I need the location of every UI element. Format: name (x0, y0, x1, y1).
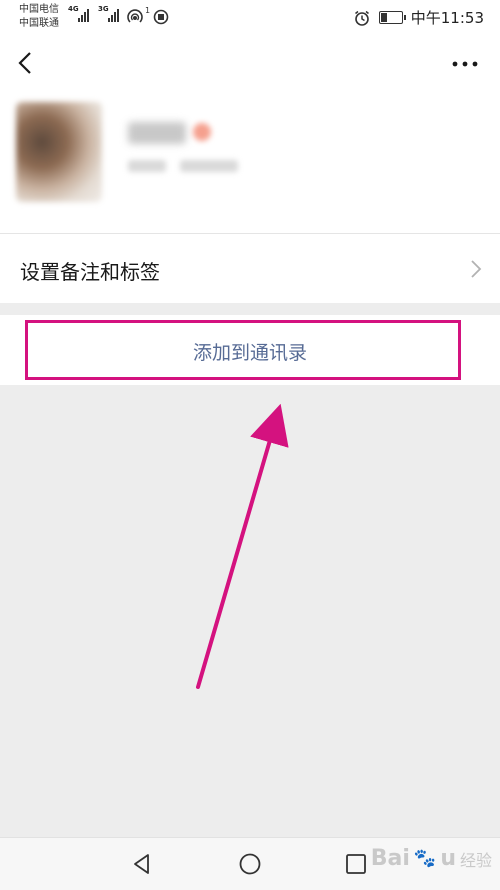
system-nav-bar: Bai 🐾 u 经验 (0, 837, 500, 890)
contact-region-blurred (180, 160, 238, 172)
gender-badge-blurred (193, 123, 211, 141)
annotation-arrow-icon (196, 403, 289, 689)
status-time: 中午11:53 (410, 9, 484, 27)
vpn-icon (153, 9, 169, 25)
remark-tags-label: 设置备注和标签 (20, 260, 160, 284)
hotspot-icon (127, 9, 143, 23)
avatar[interactable] (16, 102, 102, 202)
triangle-back-icon[interactable] (130, 852, 154, 876)
battery-level (380, 13, 388, 22)
paw-icon: 🐾 (413, 848, 437, 869)
top-nav-bar (0, 36, 500, 92)
battery-icon (378, 11, 406, 24)
alarm-icon (354, 10, 369, 26)
status-right: 中午11:53 (353, 7, 484, 28)
signal-bars-icon (78, 8, 89, 22)
add-to-contacts-label: 添加到通讯录 (192, 342, 307, 364)
carrier-2: 中国联通 (19, 18, 59, 29)
hotspot-count: 1 (145, 6, 151, 15)
remark-tags-row[interactable]: 设置备注和标签 (0, 234, 500, 303)
carrier-names: 中国电信 中国联通 (19, 3, 59, 31)
contact-name-blurred (128, 122, 186, 144)
signal-bars-icon (108, 8, 119, 22)
contact-subtitle-blurred (128, 160, 166, 172)
circle-home-icon[interactable] (238, 852, 262, 876)
add-to-contacts-button[interactable]: 添加到通讯录 (0, 315, 500, 385)
square-recent-icon[interactable] (344, 852, 368, 876)
watermark-cn: 经验 (459, 850, 492, 870)
watermark-brand: Bai (370, 846, 410, 871)
profile-card (0, 92, 500, 233)
baidu-watermark: Bai 🐾 u 经验 (371, 846, 492, 871)
chevron-left-icon[interactable] (12, 48, 42, 78)
carrier-1: 中国电信 (19, 4, 59, 15)
status-bar: 中国电信 中国联通 4G 3G 1 中午11:53 (0, 0, 500, 36)
chevron-right-icon (471, 260, 482, 278)
watermark-brand-tail: u (440, 846, 456, 871)
ellipsis-icon[interactable] (450, 52, 480, 76)
